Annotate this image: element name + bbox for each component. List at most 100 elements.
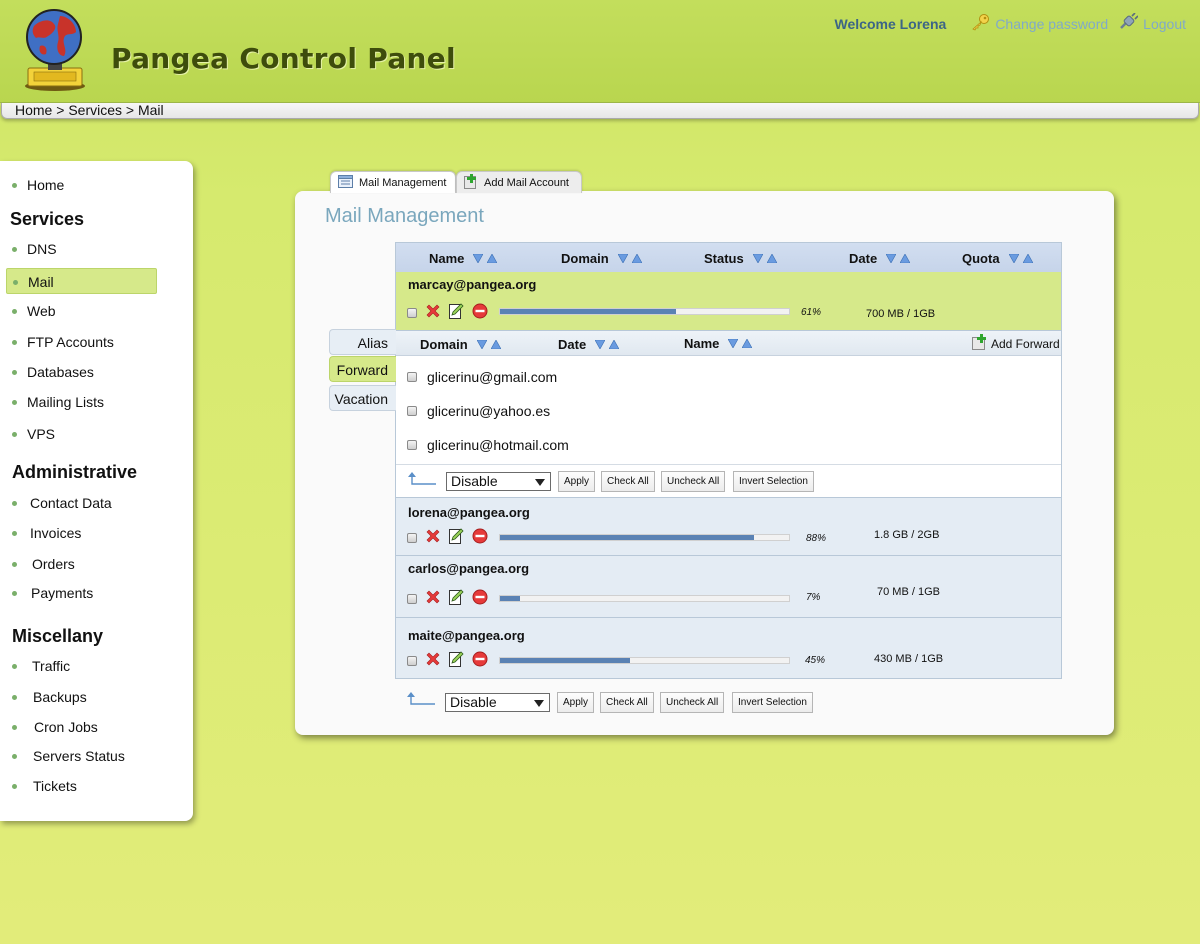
row-checkbox[interactable] — [407, 532, 417, 543]
sidebar-item-servers-status[interactable]: Servers Status — [6, 743, 157, 769]
check-all-button[interactable]: Check All — [600, 692, 654, 713]
sidebar-item-contact-data[interactable]: Contact Data — [6, 490, 157, 516]
delete-icon[interactable] — [425, 589, 441, 608]
usage-percent: 61% — [801, 307, 822, 318]
disable-icon[interactable] — [472, 651, 488, 670]
forward-checkbox[interactable] — [407, 440, 417, 450]
quota-value: 700 MB / 1GB — [866, 308, 936, 320]
sidebar-item-web[interactable]: Web — [6, 298, 157, 324]
sort-desc-icon[interactable] — [472, 251, 484, 266]
sidebar-item-home[interactable]: Home — [6, 172, 157, 198]
sort-asc-icon[interactable] — [490, 337, 502, 352]
breadcrumb-mail[interactable]: Mail — [138, 102, 164, 118]
change-password-link[interactable]: Change password — [970, 13, 1108, 34]
column-header-quota: Quota — [962, 251, 1034, 266]
globe-logo-icon — [20, 6, 90, 94]
sidebar-item-vps[interactable]: VPS — [6, 421, 157, 447]
row-actions — [407, 589, 496, 608]
side-tab-forward[interactable]: Forward — [329, 356, 396, 382]
edit-icon[interactable] — [449, 528, 464, 547]
bulk-action-select[interactable]: Disable — [445, 693, 550, 712]
sort-desc-icon[interactable] — [752, 251, 764, 266]
welcome-text: Welcome Lorena — [834, 15, 947, 32]
row-checkbox[interactable] — [407, 593, 417, 604]
usage-progress-fill — [500, 535, 755, 540]
delete-icon[interactable] — [425, 528, 441, 547]
key-icon — [970, 13, 995, 34]
uncheck-all-button[interactable]: Uncheck All — [661, 471, 726, 492]
usage-percent: 45% — [805, 655, 826, 666]
tab-add-mail-account[interactable]: Add Mail Account — [456, 171, 582, 193]
select-value: Disable — [451, 473, 498, 489]
breadcrumb-separator: > — [52, 102, 69, 118]
side-tab-vacation[interactable]: Vacation — [329, 385, 396, 411]
uncheck-all-button[interactable]: Uncheck All — [660, 692, 725, 713]
apply-button[interactable]: Apply — [558, 471, 596, 492]
sidebar-item-invoices[interactable]: Invoices — [6, 520, 157, 546]
sort-desc-icon[interactable] — [1008, 251, 1020, 266]
column-label: Name — [429, 251, 465, 266]
sidebar-item-orders[interactable]: Orders — [6, 551, 157, 577]
sidebar-item-traffic[interactable]: Traffic — [6, 653, 157, 679]
sort-asc-icon[interactable] — [631, 251, 643, 266]
delete-icon[interactable] — [425, 303, 441, 322]
chevron-down-icon — [535, 479, 545, 486]
row-actions — [407, 651, 496, 670]
sidebar-item-databases[interactable]: Databases — [6, 359, 157, 385]
delete-icon[interactable] — [425, 651, 441, 670]
sort-asc-icon[interactable] — [1022, 251, 1034, 266]
usage-progress-bar — [499, 657, 790, 664]
disable-icon[interactable] — [472, 528, 488, 547]
sidebar-item-tickets[interactable]: Tickets — [6, 773, 157, 799]
chevron-down-icon — [534, 700, 544, 707]
sort-asc-icon[interactable] — [766, 251, 778, 266]
disable-icon[interactable] — [472, 303, 488, 322]
disable-icon[interactable] — [472, 589, 488, 608]
sort-desc-icon[interactable] — [594, 337, 606, 352]
plug-icon — [1118, 12, 1143, 34]
edit-icon[interactable] — [449, 651, 464, 670]
apply-button[interactable]: Apply — [557, 692, 595, 713]
forward-address: glicerinu@hotmail.com — [427, 437, 569, 453]
side-tab-alias[interactable]: Alias — [329, 329, 396, 355]
forward-checkbox[interactable] — [407, 406, 417, 416]
forward-checkbox[interactable] — [407, 372, 417, 382]
sidebar-item-dns[interactable]: DNS — [6, 236, 157, 262]
sidebar-item-mail[interactable]: Mail — [6, 268, 157, 294]
sidebar-item-backups[interactable]: Backups — [6, 684, 157, 710]
usage-progress-fill — [500, 309, 677, 314]
sort-desc-icon[interactable] — [885, 251, 897, 266]
invert-selection-button[interactable]: Invert Selection — [733, 471, 814, 492]
sort-desc-icon[interactable] — [476, 337, 488, 352]
check-all-button[interactable]: Check All — [601, 471, 655, 492]
sort-desc-icon[interactable] — [617, 251, 629, 266]
column-label: Domain — [561, 251, 609, 266]
sort-asc-icon[interactable] — [741, 336, 753, 351]
sort-asc-icon[interactable] — [486, 251, 498, 266]
usage-progress-bar — [499, 308, 790, 315]
sort-controls — [476, 337, 502, 352]
sidebar-item-mailing-lists[interactable]: Mailing Lists — [6, 389, 157, 415]
sort-controls — [1008, 251, 1034, 266]
sort-asc-icon[interactable] — [608, 337, 620, 352]
add-forward-button[interactable]: Add Forward — [972, 334, 1060, 353]
sort-asc-icon[interactable] — [899, 251, 911, 266]
logout-link[interactable]: Logout — [1118, 12, 1186, 34]
breadcrumb-home[interactable]: Home — [15, 102, 52, 118]
sidebar-item-ftp-accounts[interactable]: FTP Accounts — [6, 329, 157, 355]
logout-label: Logout — [1143, 15, 1186, 32]
row-checkbox[interactable] — [407, 307, 417, 318]
edit-icon[interactable] — [449, 303, 464, 322]
sidebar-item-payments[interactable]: Payments — [6, 580, 157, 606]
edit-icon[interactable] — [449, 589, 464, 608]
column-label: Domain — [420, 337, 468, 352]
quota-value: 430 MB / 1GB — [874, 653, 944, 665]
tab-mail-management[interactable]: Mail Management — [330, 171, 456, 193]
sort-desc-icon[interactable] — [727, 336, 739, 351]
sidebar-item-cron-jobs[interactable]: Cron Jobs — [6, 714, 157, 740]
breadcrumb-services[interactable]: Services — [68, 102, 122, 118]
usage-percent: 7% — [806, 592, 821, 603]
row-checkbox[interactable] — [407, 655, 417, 666]
invert-selection-button[interactable]: Invert Selection — [732, 692, 813, 713]
bulk-action-select[interactable]: Disable — [446, 472, 551, 491]
